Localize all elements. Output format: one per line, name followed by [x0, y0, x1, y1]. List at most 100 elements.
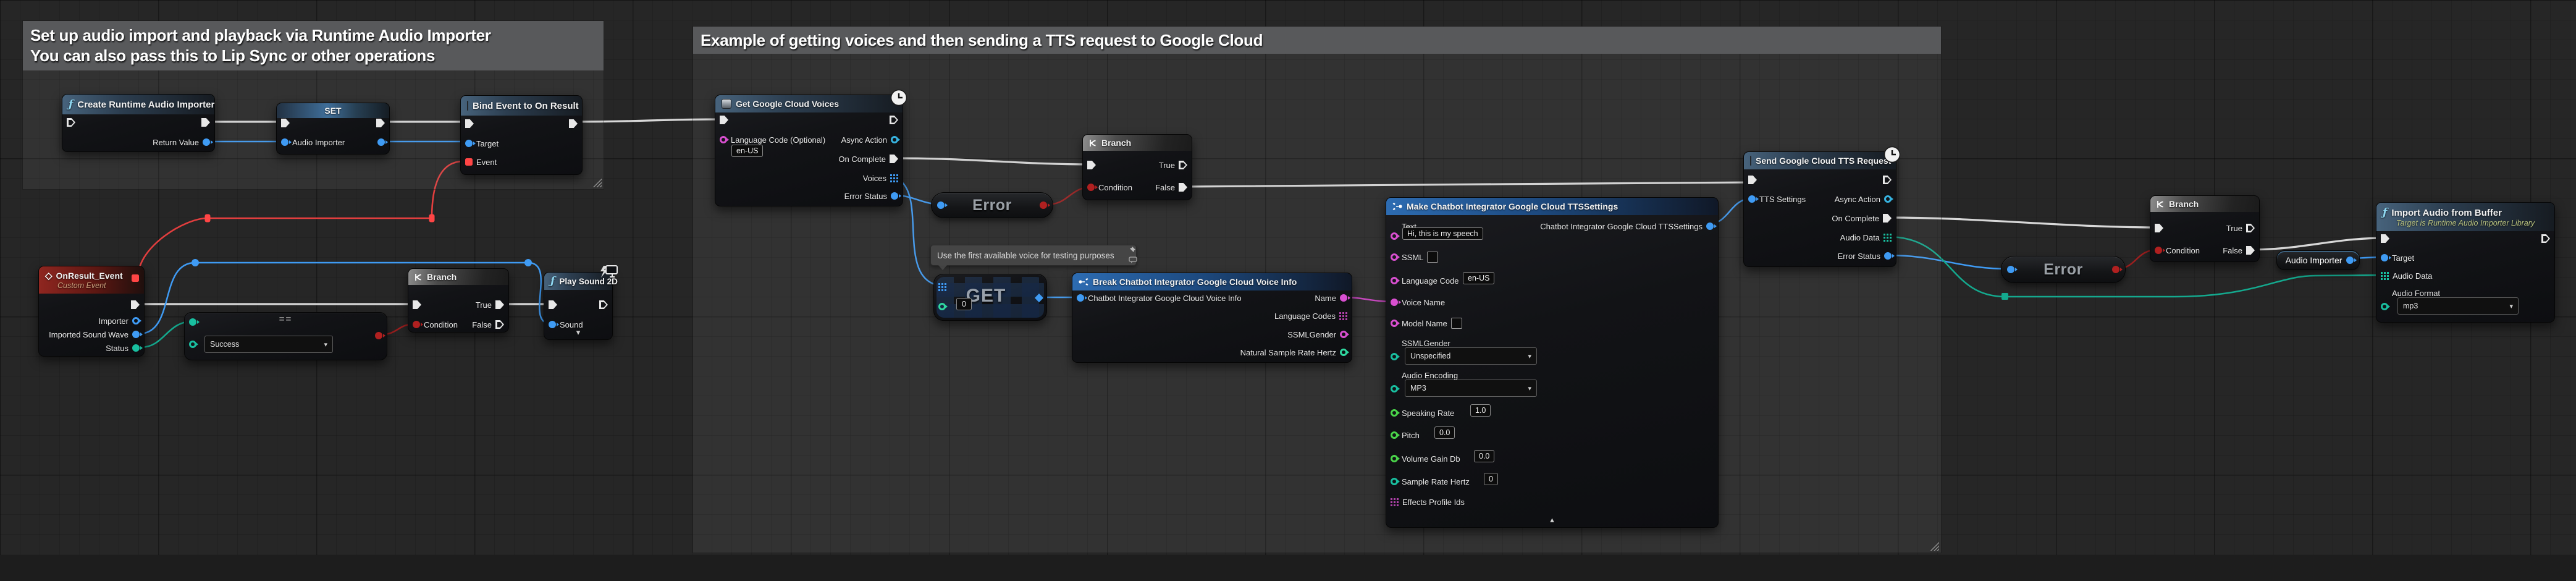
variable-out-pin[interactable]: [2346, 257, 2354, 264]
delegate-knot[interactable]: [205, 214, 211, 223]
exec-in-pin[interactable]: [281, 119, 290, 127]
ssml-gender-dropdown[interactable]: Unspecified▾: [1405, 347, 1537, 365]
error-out-pin[interactable]: [1040, 201, 1047, 209]
false-exec-pin[interactable]: [495, 320, 504, 329]
tts-settings-in-pin[interactable]: [1748, 195, 1756, 203]
condition-pin[interactable]: [413, 321, 420, 328]
node-branch-1[interactable]: Branch True Condition False: [408, 268, 509, 333]
object-knot[interactable]: [524, 259, 532, 266]
exec-out-pin[interactable]: [569, 119, 578, 128]
object-knot[interactable]: [192, 259, 199, 266]
audio-importer-in-pin[interactable]: [281, 138, 288, 146]
exec-in-pin[interactable]: [549, 300, 557, 309]
volume-gain-pin[interactable]: [1391, 455, 1398, 462]
model-name-checkbox[interactable]: [1451, 318, 1462, 329]
collapse-advanced-icon[interactable]: ▴: [1386, 515, 1718, 525]
speech-bubble-icon[interactable]: [1129, 257, 1137, 264]
node-import-audio-from-buffer[interactable]: ƒImport Audio from Buffer Target is Runt…: [2376, 202, 2555, 323]
false-exec-pin[interactable]: [2246, 246, 2255, 255]
on-complete-exec-pin[interactable]: [1883, 214, 1892, 223]
language-codes-array-pin[interactable]: [1339, 312, 1347, 320]
model-name-pin[interactable]: [1391, 320, 1398, 327]
language-code-field[interactable]: en-US: [1463, 272, 1494, 284]
language-code-field[interactable]: en-US: [731, 145, 763, 157]
audio-data-array-pin[interactable]: [1884, 234, 1892, 242]
node-break-voice-info[interactable]: Break Chatbot Integrator Google Cloud Vo…: [1072, 273, 1352, 363]
exec-in-pin[interactable]: [2155, 224, 2163, 232]
on-complete-exec-pin[interactable]: [890, 155, 898, 163]
pitch-field[interactable]: 0.0: [1434, 426, 1455, 439]
error-status-pin[interactable]: [1884, 252, 1892, 260]
audio-importer-variable-node[interactable]: Audio Importer: [2276, 250, 2360, 270]
bubble-icons[interactable]: [1128, 246, 1137, 264]
exec-out-pin[interactable]: [131, 300, 140, 309]
exec-out-pin[interactable]: [2541, 234, 2550, 243]
false-exec-pin[interactable]: [1179, 183, 1187, 192]
exec-in-pin[interactable]: [1087, 161, 1096, 169]
audio-data-array-pin[interactable]: [2381, 272, 2389, 280]
true-exec-pin[interactable]: [2246, 224, 2255, 232]
async-action-pin[interactable]: [891, 136, 898, 143]
delegate-pin[interactable]: [132, 274, 139, 282]
node-onresult-event[interactable]: ◇OnResult_Event Custom Event Importer Im…: [38, 266, 145, 357]
array-in-pin[interactable]: [938, 283, 946, 291]
node-play-sound-2d[interactable]: ƒ Play Sound 2D Sound ▾: [544, 272, 613, 340]
target-pin[interactable]: [465, 140, 473, 147]
pushpin-icon[interactable]: [1128, 246, 1137, 255]
sample-rate-pin[interactable]: [1391, 478, 1398, 485]
ssml-gender-pin[interactable]: [1391, 353, 1398, 360]
effects-profile-array-pin[interactable]: [1391, 498, 1399, 506]
node-get-google-cloud-voices[interactable]: Get Google Cloud Voices Language Code (O…: [715, 95, 903, 206]
audio-encoding-dropdown[interactable]: MP3▾: [1405, 380, 1537, 397]
node-create-runtime-audio-importer[interactable]: ƒ Create Runtime Audio Importer Return V…: [62, 94, 215, 152]
pitch-pin[interactable]: [1391, 431, 1398, 439]
exec-in-pin[interactable]: [465, 119, 474, 128]
exec-in-pin[interactable]: [1748, 176, 1757, 184]
voice-info-in-pin[interactable]: [1077, 294, 1084, 302]
delegate-knot[interactable]: [429, 214, 435, 223]
condition-pin[interactable]: [2155, 247, 2162, 254]
exec-out-pin[interactable]: [1883, 176, 1892, 184]
node-bind-event-to-on-result[interactable]: Bind Event to On Result Target Event: [460, 95, 583, 175]
comment-resize-handle[interactable]: [1929, 541, 1939, 551]
node-equal-enum[interactable]: == Success▾: [184, 312, 387, 360]
comment-setup-titlebar[interactable]: Set up audio import and playback via Run…: [23, 21, 604, 70]
exec-in-pin[interactable]: [67, 118, 75, 127]
natural-sample-rate-pin[interactable]: [1340, 349, 1347, 356]
index-field[interactable]: 0: [956, 298, 972, 310]
exec-out-pin[interactable]: [376, 119, 385, 127]
comment-resize-handle[interactable]: [592, 177, 602, 187]
exec-in-pin[interactable]: [413, 300, 421, 309]
event-delegate-pin[interactable]: [465, 158, 473, 166]
true-exec-pin[interactable]: [1179, 161, 1187, 169]
error-in-pin[interactable]: [2007, 266, 2014, 273]
speaking-rate-field[interactable]: 1.0: [1470, 404, 1491, 417]
enum-value-dropdown[interactable]: Success▾: [204, 336, 333, 353]
blueprint-graph-canvas[interactable]: Set up audio import and playback via Run…: [0, 0, 2576, 581]
equals-input-b-pin[interactable]: [189, 341, 196, 348]
text-field[interactable]: Hi, this is my speech: [1402, 227, 1483, 240]
index-pin[interactable]: [938, 303, 946, 310]
importer-pin[interactable]: [132, 317, 140, 324]
speaking-rate-pin[interactable]: [1391, 409, 1398, 417]
tts-settings-out-pin[interactable]: [1706, 223, 1714, 230]
comment-example-titlebar[interactable]: Example of getting voices and then sendi…: [693, 27, 1941, 54]
exec-in-pin[interactable]: [720, 116, 728, 124]
imported-sound-wave-pin[interactable]: [132, 331, 140, 338]
error-in-pin[interactable]: [937, 201, 945, 209]
node-branch-2[interactable]: Branch True Condition False: [1082, 134, 1192, 200]
voice-name-pin[interactable]: [1391, 299, 1398, 306]
audio-format-pin[interactable]: [2381, 303, 2388, 310]
status-pin[interactable]: [132, 344, 140, 352]
voices-array-pin[interactable]: [890, 174, 898, 182]
node-make-tts-settings[interactable]: Make Chatbot Integrator Google Cloud TTS…: [1386, 197, 1719, 528]
equals-input-a-pin[interactable]: [189, 318, 196, 326]
error-status-pin[interactable]: [891, 192, 898, 200]
target-pin[interactable]: [2381, 254, 2388, 261]
language-code-pin[interactable]: [720, 136, 727, 143]
node-branch-3[interactable]: Branch True Condition False: [2150, 195, 2260, 262]
return-value-pin[interactable]: [203, 138, 210, 146]
text-pin[interactable]: [1391, 232, 1398, 240]
volume-gain-field[interactable]: 0.0: [1474, 450, 1494, 462]
node-get-array-item[interactable]: GET 0: [933, 274, 1047, 321]
